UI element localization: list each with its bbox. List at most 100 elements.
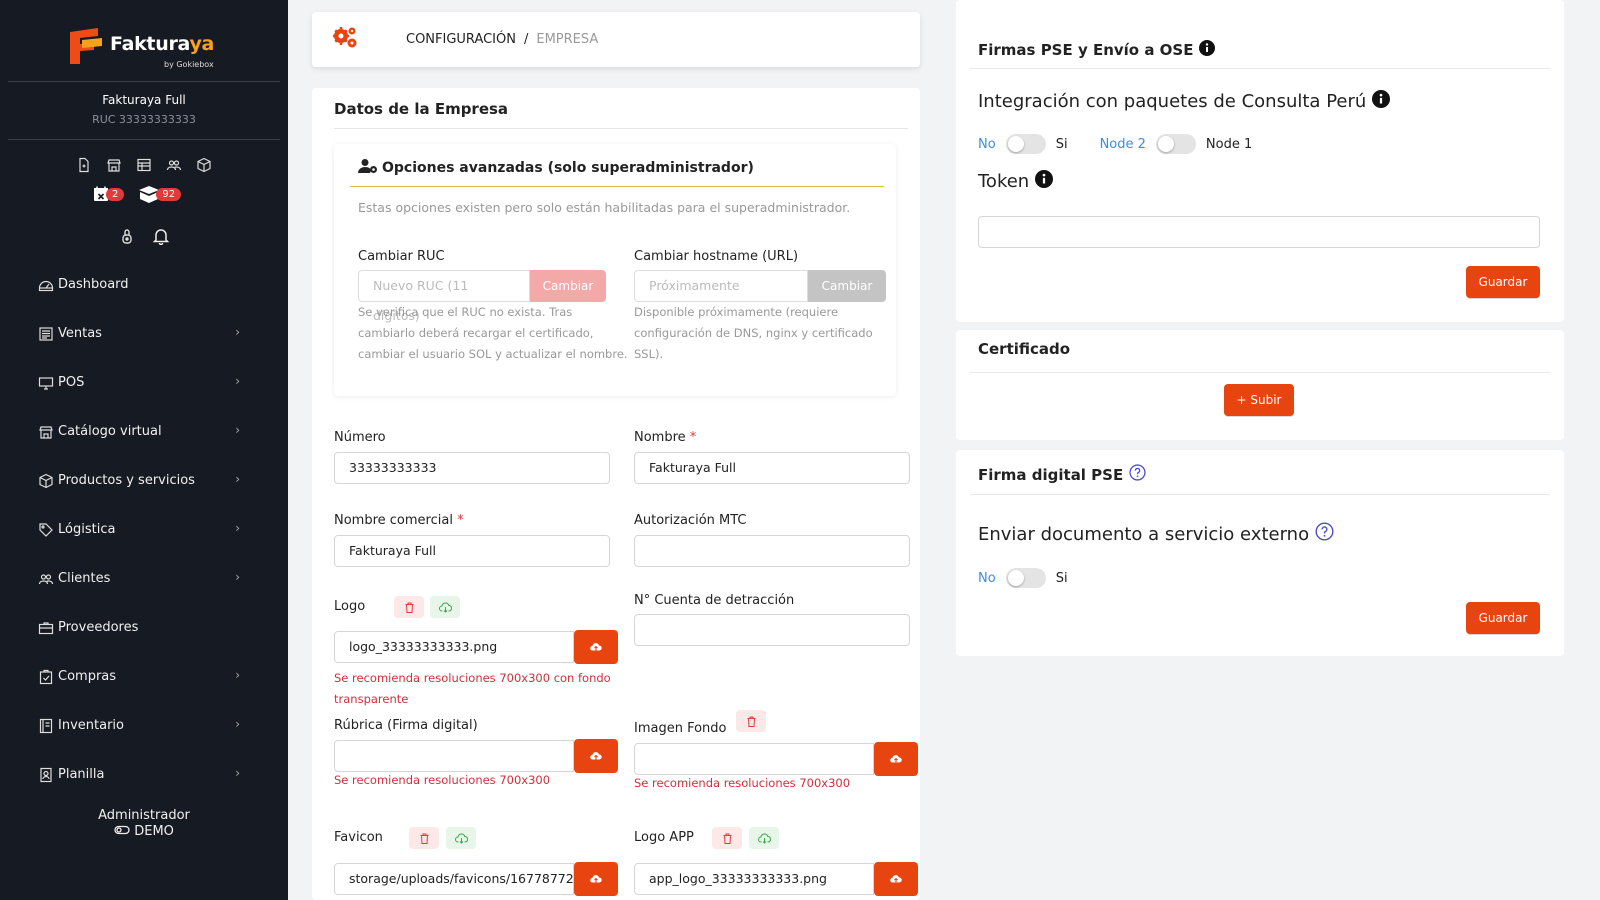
- delete-favicon-button[interactable]: [409, 827, 439, 849]
- sidebar-item-dashboard[interactable]: Dashboard: [38, 260, 248, 309]
- advanced-description: Estas opciones existen pero solo están h…: [358, 200, 851, 215]
- fakturaya-logo-icon: [70, 28, 102, 64]
- signature-card: Firma digital PSE Enviar documento a ser…: [956, 450, 1564, 656]
- rubrica-hint: Se recomienda resoluciones 700x300: [334, 773, 551, 787]
- info-icon[interactable]: [1199, 40, 1216, 60]
- change-ruc-button[interactable]: Cambiar: [530, 270, 606, 302]
- sidebar-item-ventas[interactable]: Ventas ›: [38, 309, 248, 358]
- favicon-file-input[interactable]: storage/uploads/favicons/1677877262: [334, 863, 574, 895]
- mtc-input[interactable]: [634, 535, 910, 567]
- calendar-badge[interactable]: 2: [92, 185, 125, 203]
- chevron-right-icon: ›: [235, 570, 240, 584]
- lock-icon[interactable]: [120, 227, 134, 249]
- sidebar-item-logistica[interactable]: Lógistica ›: [38, 505, 248, 554]
- sidebar-item-clientes[interactable]: Clientes ›: [38, 554, 248, 603]
- cloud-upload-icon: [890, 875, 902, 883]
- sidebar: Fakturaya by Gokiebox Fakturaya Full RUC…: [0, 0, 288, 900]
- cloud-icon: [438, 602, 452, 613]
- users-icon[interactable]: [166, 157, 182, 173]
- signature-divider: [970, 494, 1550, 495]
- bell-icon[interactable]: [152, 227, 170, 249]
- table-icon[interactable]: [136, 157, 152, 173]
- delete-fondo-button[interactable]: [736, 710, 766, 732]
- upload-certificate-button[interactable]: + Subir: [1224, 384, 1294, 416]
- title-divider: [334, 128, 908, 129]
- calendar-count-badge: 2: [106, 187, 125, 201]
- download-logoapp-button[interactable]: [749, 827, 779, 849]
- fondo-file-input[interactable]: [634, 743, 874, 775]
- upload-logo-button[interactable]: [574, 630, 618, 664]
- comercial-input[interactable]: Fakturaya Full: [334, 535, 610, 567]
- chevron-right-icon: ›: [235, 668, 240, 682]
- logoapp-file-input[interactable]: app_logo_33333333333.png: [634, 863, 874, 895]
- boxes-badge[interactable]: 92: [138, 185, 182, 203]
- help-icon[interactable]: [1315, 522, 1334, 546]
- upload-favicon-button[interactable]: [574, 862, 618, 896]
- user-gear-icon: [358, 158, 378, 178]
- company-data-card: Datos de la Empresa Opciones avanzadas (…: [312, 88, 920, 900]
- cloud-upload-icon: [590, 643, 602, 651]
- rubrica-file-input[interactable]: [334, 740, 574, 772]
- brand-logo[interactable]: Fakturaya by Gokiebox: [0, 22, 288, 72]
- nombre-input[interactable]: Fakturaya Full: [634, 452, 910, 484]
- upload-rubrica-button[interactable]: [574, 739, 618, 773]
- info-icon[interactable]: [1372, 90, 1391, 113]
- toggle1-off-label: No: [978, 136, 996, 152]
- chevron-right-icon: ›: [235, 374, 240, 388]
- token-input[interactable]: [978, 216, 1540, 248]
- sidebar-item-productos[interactable]: Productos y servicios ›: [38, 456, 248, 505]
- certificate-divider: [970, 372, 1550, 373]
- sidebar-item-inventario[interactable]: Inventario ›: [38, 701, 248, 750]
- receipt-icon: [38, 326, 54, 342]
- signature-on-label: Si: [1055, 570, 1068, 586]
- save-pse-button[interactable]: Guardar: [1466, 266, 1540, 298]
- new-ruc-input[interactable]: Nuevo RUC (11 dígitos): [358, 270, 530, 323]
- download-logo-button[interactable]: [430, 596, 460, 618]
- logo-file-input[interactable]: logo_33333333333.png: [334, 631, 574, 663]
- store-icon[interactable]: [106, 157, 122, 173]
- user-box[interactable]: Administrador DEMO: [0, 808, 288, 840]
- node-switch[interactable]: [1155, 134, 1196, 154]
- sidebar-item-catalogo[interactable]: Catálogo virtual ›: [38, 407, 248, 456]
- external-service-switch[interactable]: [1005, 568, 1046, 588]
- id-icon: [38, 767, 54, 783]
- help-icon[interactable]: [1129, 464, 1146, 485]
- book-icon: [38, 718, 54, 734]
- numero-input[interactable]: 33333333333: [334, 452, 610, 484]
- cloud-upload-icon: [590, 875, 602, 883]
- fondo-hint: Se recomienda resoluciones 700x300: [634, 776, 851, 790]
- trash-icon: [420, 833, 428, 844]
- change-hostname-button[interactable]: Cambiar: [808, 270, 886, 302]
- sidebar-item-compras[interactable]: Compras ›: [38, 652, 248, 701]
- upload-logoapp-button[interactable]: [874, 862, 918, 896]
- breadcrumb-parent[interactable]: CONFIGURACIÓN: [406, 32, 516, 47]
- toggle2-on-label: Node 1: [1205, 136, 1253, 152]
- integration-switch[interactable]: [1005, 134, 1046, 154]
- chevron-right-icon: ›: [235, 472, 240, 486]
- download-favicon-button[interactable]: [446, 827, 476, 849]
- upload-fondo-button[interactable]: [874, 742, 918, 776]
- favicon-label: Favicon: [334, 830, 383, 845]
- external-service-title: Enviar documento a servicio externo: [978, 523, 1310, 545]
- chevron-right-icon: ›: [235, 325, 240, 339]
- sidebar-item-planilla[interactable]: Planilla ›: [38, 750, 248, 799]
- quick-access-icons: [76, 157, 212, 173]
- user-role: Administrador: [98, 808, 190, 823]
- pse-card: Firmas PSE y Envío a OSE Integración con…: [956, 0, 1564, 322]
- hostname-input[interactable]: Próximamente: [634, 270, 808, 302]
- comercial-label: Nombre comercial *: [334, 513, 464, 528]
- trash-icon: [723, 833, 731, 844]
- document-icon[interactable]: [76, 157, 92, 173]
- sidebar-item-pos[interactable]: POS ›: [38, 358, 248, 407]
- sidebar-item-proveedores[interactable]: Proveedores: [38, 603, 248, 652]
- save-signature-button[interactable]: Guardar: [1466, 602, 1540, 634]
- breadcrumb: CONFIGURACIÓN / EMPRESA: [312, 12, 920, 67]
- box-icon[interactable]: [196, 157, 212, 173]
- ruc-help-text: Se verifica que el RUC no exista. Tras c…: [358, 305, 628, 361]
- detraccion-input[interactable]: [634, 614, 910, 646]
- delete-logoapp-button[interactable]: [712, 827, 742, 849]
- pse-divider: [970, 68, 1550, 69]
- logo-label: Logo: [334, 599, 366, 614]
- info-icon[interactable]: [1035, 170, 1054, 193]
- delete-logo-button[interactable]: [394, 596, 424, 618]
